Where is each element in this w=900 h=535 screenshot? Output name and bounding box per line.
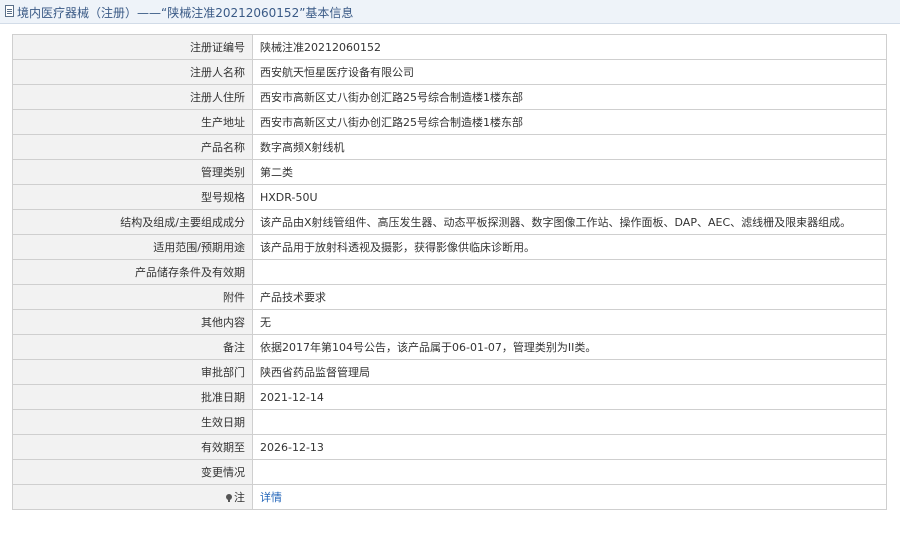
pin-icon [226, 494, 232, 502]
table-row: 附件 产品技术要求 [12, 284, 887, 310]
row-value: 无 [252, 309, 887, 335]
row-label: 备注 [12, 334, 253, 360]
row-value [252, 459, 887, 485]
document-icon [5, 5, 14, 17]
row-label: 附件 [12, 284, 253, 310]
row-value: 数字高频X射线机 [252, 134, 887, 160]
table-row: 备注 依据2017年第104号公告，该产品属于06-01-07，管理类别为II类… [12, 334, 887, 360]
note-value-cell: 详情 [252, 484, 887, 510]
row-value: 该产品由X射线管组件、高压发生器、动态平板探测器、数字图像工作站、操作面板、DA… [252, 209, 887, 235]
table-row: 注册证编号 陕械注准20212060152 [12, 34, 887, 60]
table-row: 管理类别 第二类 [12, 159, 887, 185]
row-label: 有效期至 [12, 434, 253, 460]
row-value: 2026-12-13 [252, 434, 887, 460]
details-link[interactable]: 详情 [260, 491, 282, 504]
note-row: 注 详情 [12, 484, 887, 510]
info-table: 注册证编号 陕械注准20212060152 注册人名称 西安航天恒星医疗设备有限… [12, 34, 887, 510]
row-label: 注册人名称 [12, 59, 253, 85]
row-value: 依据2017年第104号公告，该产品属于06-01-07，管理类别为II类。 [252, 334, 887, 360]
table-row: 产品名称 数字高频X射线机 [12, 134, 887, 160]
row-value [252, 259, 887, 285]
row-value: 第二类 [252, 159, 887, 185]
row-value: 西安市高新区丈八街办创汇路25号综合制造楼1楼东部 [252, 109, 887, 135]
table-row: 注册人名称 西安航天恒星医疗设备有限公司 [12, 59, 887, 85]
table-row: 有效期至 2026-12-13 [12, 434, 887, 460]
row-value: 该产品用于放射科透视及摄影，获得影像供临床诊断用。 [252, 234, 887, 260]
row-label: 产品名称 [12, 134, 253, 160]
row-label: 其他内容 [12, 309, 253, 335]
table-row: 审批部门 陕西省药品监督管理局 [12, 359, 887, 385]
table-row: 生效日期 [12, 409, 887, 435]
row-label: 审批部门 [12, 359, 253, 385]
table-row: 批准日期 2021-12-14 [12, 384, 887, 410]
row-value: HXDR-50U [252, 184, 887, 210]
table-row: 注册人住所 西安市高新区丈八街办创汇路25号综合制造楼1楼东部 [12, 84, 887, 110]
table-row: 型号规格 HXDR-50U [12, 184, 887, 210]
table-row: 适用范围/预期用途 该产品用于放射科透视及摄影，获得影像供临床诊断用。 [12, 234, 887, 260]
row-label: 管理类别 [12, 159, 253, 185]
row-value [252, 409, 887, 435]
table-row: 生产地址 西安市高新区丈八街办创汇路25号综合制造楼1楼东部 [12, 109, 887, 135]
row-value: 陕械注准20212060152 [252, 34, 887, 60]
row-value: 陕西省药品监督管理局 [252, 359, 887, 385]
row-value: 2021-12-14 [252, 384, 887, 410]
row-label: 注册人住所 [12, 84, 253, 110]
table-row: 其他内容 无 [12, 309, 887, 335]
row-label: 生效日期 [12, 409, 253, 435]
note-label-cell: 注 [12, 484, 253, 510]
row-label: 批准日期 [12, 384, 253, 410]
row-value: 西安航天恒星医疗设备有限公司 [252, 59, 887, 85]
row-label: 变更情况 [12, 459, 253, 485]
row-label: 结构及组成/主要组成成分 [12, 209, 253, 235]
row-label: 型号规格 [12, 184, 253, 210]
row-label: 注册证编号 [12, 34, 253, 60]
page-title: 境内医疗器械（注册）——“陕械注准20212060152”基本信息 [17, 6, 354, 20]
table-row: 产品储存条件及有效期 [12, 259, 887, 285]
row-value: 西安市高新区丈八街办创汇路25号综合制造楼1楼东部 [252, 84, 887, 110]
note-label: 注 [234, 491, 245, 504]
row-label: 产品储存条件及有效期 [12, 259, 253, 285]
page-header: 境内医疗器械（注册）——“陕械注准20212060152”基本信息 [0, 0, 900, 24]
row-label: 适用范围/预期用途 [12, 234, 253, 260]
table-row: 结构及组成/主要组成成分 该产品由X射线管组件、高压发生器、动态平板探测器、数字… [12, 209, 887, 235]
table-row: 变更情况 [12, 459, 887, 485]
row-label: 生产地址 [12, 109, 253, 135]
row-value: 产品技术要求 [252, 284, 887, 310]
